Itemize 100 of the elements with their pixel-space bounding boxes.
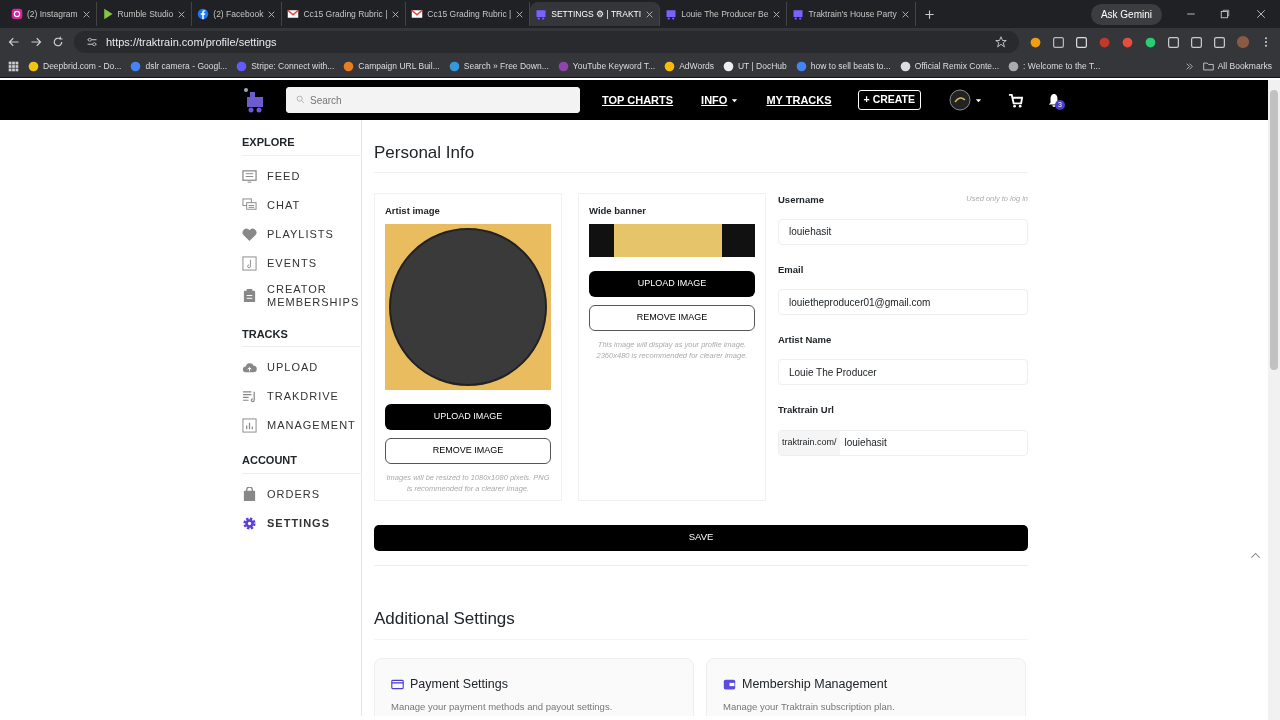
extension-icon[interactable] bbox=[1075, 35, 1088, 49]
caret-down-icon[interactable] bbox=[975, 96, 983, 104]
sidebar-item[interactable]: UPLOAD bbox=[242, 353, 361, 382]
bookmark-favicon-icon bbox=[448, 61, 460, 72]
extension-icon[interactable] bbox=[1190, 35, 1203, 49]
cart-icon[interactable] bbox=[1008, 92, 1024, 108]
reload-icon[interactable] bbox=[52, 36, 64, 48]
bookmark-link[interactable]: UT | DocHub bbox=[738, 60, 787, 73]
train-icon bbox=[665, 8, 678, 20]
sidebar-item[interactable]: MANAGEMENT bbox=[242, 411, 361, 440]
avatar-icon[interactable] bbox=[949, 89, 972, 111]
url-text: https://traktrain.com/profile/settings bbox=[106, 34, 277, 50]
extension-icon[interactable] bbox=[1144, 35, 1157, 49]
nav-link[interactable]: TOP CHARTS bbox=[602, 91, 674, 109]
bookmark-link[interactable]: Stripe: Connect with... bbox=[251, 60, 335, 73]
bookmark-link[interactable]: Campaign URL Buil... bbox=[358, 60, 440, 73]
bookmark-link[interactable]: : Welcome to the T... bbox=[1023, 60, 1101, 73]
tab-title: Rumble Studio bbox=[117, 7, 174, 21]
heart-icon bbox=[242, 226, 257, 242]
nav-link[interactable]: MY TRACKS bbox=[766, 91, 832, 109]
envelope-icon bbox=[287, 8, 300, 20]
chevron-right-icon[interactable] bbox=[1184, 62, 1194, 71]
input-field[interactable]: louiehasit bbox=[778, 218, 1028, 245]
sidebar-item[interactable]: SETTINGS bbox=[242, 508, 361, 538]
input-field[interactable]: Louie The Producer bbox=[778, 359, 1028, 386]
camera-icon bbox=[11, 8, 23, 20]
ask-gemini-button[interactable]: Ask Gemini bbox=[1090, 3, 1162, 25]
section-heading: TRACKS bbox=[242, 325, 362, 347]
apps-grid-icon[interactable] bbox=[8, 61, 19, 72]
input-field[interactable]: louietheproducer01@gmail.com bbox=[778, 289, 1028, 315]
train-icon bbox=[792, 8, 805, 20]
shopping-bag-icon bbox=[242, 486, 257, 502]
bookmark-link[interactable]: YouTube Keyword T... bbox=[572, 60, 656, 73]
remove-image-button[interactable]: REMOVE IMAGE bbox=[385, 437, 551, 464]
input-field[interactable]: traktrain.com/ louiehasit bbox=[778, 429, 1028, 456]
nav-link[interactable]: INFO bbox=[701, 91, 739, 109]
card-description: Manage your Traktrain subscription plan. bbox=[723, 699, 896, 714]
browser-tab[interactable]: Traktrain's House Party bbox=[787, 2, 916, 26]
sidebar-item[interactable]: EVENTS bbox=[242, 248, 361, 278]
sidebar-item[interactable]: TRAKDRIVE bbox=[242, 382, 361, 411]
section-heading: ACCOUNT bbox=[242, 452, 362, 474]
bookmark-link[interactable]: AdWords bbox=[679, 60, 714, 73]
bookmark-link[interactable]: Official Remix Conte... bbox=[914, 60, 1000, 73]
settings-card[interactable]: Membership Management Manage your Traktrain subscription plan. bbox=[706, 658, 1026, 716]
bookmark-link[interactable]: Deepbrid.com - Do... bbox=[43, 60, 122, 73]
bookmark-favicon-icon bbox=[28, 61, 39, 72]
extension-icon[interactable] bbox=[1029, 35, 1042, 49]
all-bookmarks-link[interactable]: All Bookmarks bbox=[1217, 60, 1272, 73]
card-description: Manage your payment methods and payout settings. bbox=[391, 699, 614, 714]
caret-down-icon bbox=[731, 96, 739, 104]
extension-icon[interactable] bbox=[1167, 35, 1180, 49]
restore-icon[interactable] bbox=[1220, 9, 1230, 19]
settings-icon bbox=[242, 515, 257, 531]
browser-tab[interactable]: (2) Facebook bbox=[192, 2, 283, 26]
close-icon[interactable] bbox=[1256, 9, 1266, 19]
playlist-icon bbox=[242, 389, 257, 404]
tab-title: Traktrain's House Party bbox=[808, 7, 897, 21]
settings-card[interactable]: Payment Settings Manage your payment methods and payout settings. bbox=[374, 658, 694, 716]
browser-tab[interactable]: Rumble Studio bbox=[96, 2, 193, 26]
bookmark-link[interactable]: Search » Free Down... bbox=[463, 60, 549, 73]
back-arrow-icon[interactable] bbox=[8, 36, 20, 48]
chat-bubbles-icon bbox=[242, 197, 257, 213]
sidebar-item[interactable]: FEED bbox=[242, 161, 361, 191]
extension-icon[interactable] bbox=[1052, 35, 1065, 49]
browser-tab[interactable]: Louie The Producer Be bbox=[660, 2, 788, 26]
sidebar-item[interactable]: CHAT bbox=[242, 190, 361, 220]
close-icon bbox=[391, 10, 401, 20]
wallet-icon bbox=[723, 677, 736, 691]
forward-arrow-icon[interactable] bbox=[30, 36, 42, 48]
close-icon bbox=[900, 10, 910, 20]
browser-tab[interactable]: Cc15 Grading Rubric | bbox=[282, 2, 407, 26]
bookmark-favicon-icon bbox=[130, 61, 142, 72]
extension-icon[interactable] bbox=[1213, 35, 1226, 49]
sidebar-item[interactable]: ORDERS bbox=[242, 479, 361, 509]
save-button[interactable]: SAVE bbox=[374, 524, 1028, 551]
bookmark-favicon-icon bbox=[343, 61, 355, 72]
scroll-to-top-icon[interactable] bbox=[1250, 550, 1261, 561]
field-label: Traktrain Url bbox=[778, 403, 834, 418]
search-field[interactable]: Search bbox=[286, 87, 580, 113]
bookmark-favicon-icon bbox=[664, 61, 676, 72]
create-button[interactable]: + CREATE bbox=[857, 90, 922, 110]
sidebar-item[interactable]: PLAYLISTS bbox=[242, 219, 361, 249]
browser-tab[interactable]: SETTINGS ⚙ | TRAKTI bbox=[530, 2, 661, 26]
upload-image-button[interactable]: UPLOAD IMAGE bbox=[385, 403, 551, 430]
field-value: louiehasit bbox=[844, 436, 887, 450]
plus-icon[interactable] bbox=[923, 8, 935, 20]
bookmark-link[interactable]: how to sell beats to... bbox=[810, 60, 891, 73]
field-label: Username bbox=[778, 192, 824, 207]
address-bar[interactable]: https://traktrain.com/profile/settings bbox=[74, 31, 1019, 53]
scrollbar-thumb[interactable] bbox=[1270, 90, 1278, 370]
star-icon[interactable] bbox=[995, 36, 1007, 48]
remove-image-button[interactable]: REMOVE IMAGE bbox=[589, 304, 755, 331]
site-settings-icon bbox=[86, 36, 98, 48]
bookmark-link[interactable]: dslr camera - Googl... bbox=[145, 60, 228, 73]
sidebar-item[interactable]: CREATOR MEMBERSHIPS bbox=[242, 277, 361, 314]
browser-tab[interactable]: (2) Instagram bbox=[6, 2, 97, 26]
field-label: Artist Name bbox=[778, 333, 832, 347]
bookmark-favicon-icon bbox=[899, 61, 911, 72]
upload-image-button[interactable]: UPLOAD IMAGE bbox=[589, 270, 755, 297]
field-value: louiehasit bbox=[789, 225, 832, 240]
